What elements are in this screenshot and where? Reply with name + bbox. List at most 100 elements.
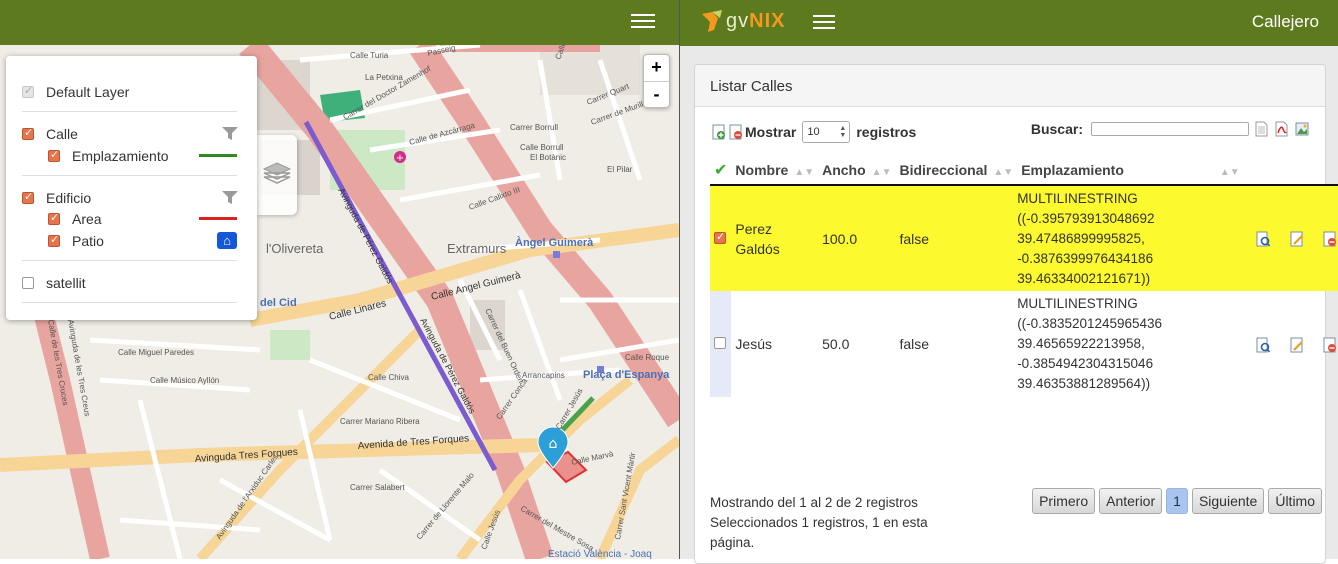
row-select-cell[interactable] xyxy=(710,185,732,291)
export-csv-icon[interactable] xyxy=(1255,121,1269,137)
delete-record-icon[interactable] xyxy=(1323,337,1337,353)
spinner-arrows-icon: ▲ ▼ xyxy=(839,125,847,139)
svg-text:⌂: ⌂ xyxy=(549,436,558,452)
table-row[interactable]: Jesús 50.0 false MULTILINESTRING ((-0.38… xyxy=(710,291,1338,397)
map-label: Carrer Salabert xyxy=(350,483,405,492)
view-record-icon[interactable] xyxy=(1256,337,1270,353)
app-title: Callejero xyxy=(1251,12,1319,31)
geo-line: 39.46353881289564)) xyxy=(1017,376,1151,391)
delete-record-icon[interactable] xyxy=(1323,231,1337,247)
calles-table: ✔ Nombre ▲▼ Ancho ▲▼ Bidireccional ▲▼ Empla… xyxy=(710,155,1338,397)
gvnix-logo[interactable]: gvNIX xyxy=(700,6,785,36)
cell-emplazamiento: MULTILINESTRING ((-0.3835201245965436 39… xyxy=(1017,291,1244,397)
search-area: Buscar: xyxy=(1031,121,1309,137)
geo-line: ((-0.3835201245965436 xyxy=(1017,316,1163,331)
layer-edificio[interactable]: Edificio xyxy=(22,188,241,208)
export-pdf-icon[interactable] xyxy=(1275,121,1289,137)
edit-record-icon[interactable] xyxy=(1290,337,1304,353)
page-length-select[interactable]: 10 ▲ ▼ xyxy=(802,121,851,143)
view-record-icon[interactable] xyxy=(1256,231,1270,247)
column-header-ancho[interactable]: Ancho ▲▼ xyxy=(818,155,896,186)
layer-default-checkbox[interactable] xyxy=(22,84,34,98)
listar-calles-panel: Listar Calles Mostrar 10 ▲ ▼ registros Bu… xyxy=(694,64,1338,564)
page-length-value: 10 xyxy=(807,126,820,138)
select-all-header[interactable]: ✔ xyxy=(710,155,732,186)
filter-icon[interactable] xyxy=(222,191,238,205)
layer-label: Default Layer xyxy=(46,84,130,100)
search-input[interactable] xyxy=(1091,122,1249,136)
layer-satellit[interactable]: satellit xyxy=(22,273,241,293)
layer-emplazamiento[interactable]: Emplazamiento xyxy=(48,146,241,166)
layer-patio[interactable]: Patio ⌂ xyxy=(48,231,241,251)
zoom-control: + - xyxy=(643,54,670,108)
divider xyxy=(22,302,237,303)
geo-line: MULTILINESTRING xyxy=(1017,190,1138,206)
panel-title: Listar Calles xyxy=(695,65,1325,107)
zoom-in-button[interactable]: + xyxy=(644,55,669,81)
map-topbar xyxy=(0,0,679,45)
row-checkbox[interactable] xyxy=(714,230,726,244)
map-label: Arrancapins xyxy=(522,371,565,380)
table-row[interactable]: Perez Galdós 100.0 false MULTILINESTRING… xyxy=(710,185,1338,291)
geo-line: 39.47486899995825, xyxy=(1017,230,1145,246)
sort-icon: ▲▼ xyxy=(871,166,892,178)
column-header-emplazamiento[interactable]: Emplazamiento ▲▼ xyxy=(1017,155,1244,186)
cell-bidireccional: false xyxy=(899,336,930,352)
row-actions xyxy=(1244,291,1338,397)
first-page-button[interactable]: Primero xyxy=(1032,488,1096,514)
edit-record-icon[interactable] xyxy=(1290,231,1304,247)
logo-text-nix: NIX xyxy=(749,9,786,32)
zoom-out-button[interactable]: - xyxy=(644,81,669,107)
layer-area-checkbox[interactable] xyxy=(48,211,60,225)
row-checkbox[interactable] xyxy=(714,337,726,349)
next-page-button[interactable]: Siguiente xyxy=(1191,488,1265,514)
red-line-legend-icon xyxy=(199,217,237,220)
check-all-icon[interactable]: ✔ xyxy=(714,162,727,179)
layer-panel: Default Layer Calle Emplazamiento Edific… xyxy=(6,56,257,320)
layer-label: satellit xyxy=(46,275,86,291)
layer-area[interactable]: Area xyxy=(48,209,241,229)
hamburger-icon xyxy=(813,15,835,17)
column-label: Ancho xyxy=(822,161,866,178)
layer-label: Edificio xyxy=(46,190,92,206)
layer-satellit-checkbox[interactable] xyxy=(22,277,34,289)
geo-line: MULTILINESTRING xyxy=(1017,296,1138,311)
layer-emplazamiento-checkbox[interactable] xyxy=(48,148,60,162)
layer-calle[interactable]: Calle xyxy=(22,124,241,144)
row-actions xyxy=(1243,185,1338,291)
logo-text: gvNIX xyxy=(726,10,785,33)
app-menu-button[interactable] xyxy=(813,12,835,30)
map-label: Calle Roque xyxy=(625,353,670,362)
add-record-icon[interactable] xyxy=(712,124,726,140)
map-label: Plaça d'Espanya xyxy=(583,369,670,381)
layer-label: Patio xyxy=(72,233,104,249)
delete-records-icon[interactable] xyxy=(729,124,743,140)
previous-page-button[interactable]: Anterior xyxy=(1099,488,1163,514)
layer-patio-checkbox[interactable] xyxy=(48,233,60,247)
map-label: Calle Borrull xyxy=(520,143,564,152)
layer-edificio-checkbox[interactable] xyxy=(22,190,34,204)
divider xyxy=(22,175,237,176)
map-menu-button[interactable] xyxy=(631,11,655,31)
layer-default[interactable]: Default Layer xyxy=(22,82,241,102)
map-pane[interactable]: ⌂ + Passeig La Petxina Carrer del Doctor… xyxy=(0,0,679,559)
column-header-nombre[interactable]: Nombre ▲▼ xyxy=(731,155,819,186)
export-image-icon[interactable] xyxy=(1295,121,1309,137)
layer-label: Area xyxy=(72,211,102,227)
last-page-button[interactable]: Último xyxy=(1268,488,1322,514)
map-label: Calle Miguel Paredes xyxy=(118,348,194,357)
logo-text-gv: gv xyxy=(726,9,750,32)
cell-nombre: Jesús xyxy=(735,336,772,352)
layer-calle-checkbox[interactable] xyxy=(22,126,34,140)
layer-switcher-button[interactable] xyxy=(257,135,297,215)
info-selected: Seleccionados 1 registros, 1 en esta pág… xyxy=(710,515,928,550)
info-showing: Mostrando del 1 al 2 de 2 registros xyxy=(710,495,918,510)
gvnix-logo-icon xyxy=(702,10,722,32)
map-label: l'Olivereta xyxy=(266,241,324,256)
filter-icon[interactable] xyxy=(222,127,238,141)
map-label: El Pilar xyxy=(607,165,633,174)
column-header-bidireccional[interactable]: Bidireccional ▲▼ xyxy=(895,155,1018,186)
page-1-button[interactable]: 1 xyxy=(1166,488,1188,514)
row-select-cell[interactable] xyxy=(710,291,732,397)
map-label: Calle Músico Ayllón xyxy=(150,376,219,385)
